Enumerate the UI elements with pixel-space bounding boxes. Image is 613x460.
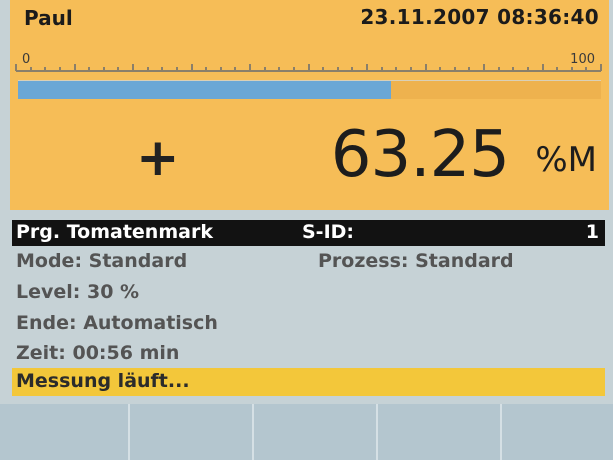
scale-tick	[322, 67, 325, 70]
user-name: Paul	[24, 6, 73, 30]
scale-tick	[278, 67, 281, 70]
scale-tick	[556, 67, 559, 70]
measurement-unit: %M	[535, 140, 597, 180]
scale-tick	[483, 64, 485, 71]
scale-tick	[600, 64, 602, 71]
scale-tick	[175, 67, 178, 70]
scale-tick	[468, 67, 471, 70]
scale-tick	[541, 64, 544, 71]
measurement-value: 63.25	[330, 118, 510, 192]
sid-value: 1	[585, 221, 599, 243]
scale-tick	[292, 67, 295, 70]
scale-tick	[29, 67, 32, 70]
progress-bar-fill	[18, 81, 392, 99]
status-text: Messung läuft...	[16, 370, 190, 392]
scale-tick	[439, 67, 442, 70]
scale-tick	[526, 67, 529, 70]
status-bar: Messung läuft...	[12, 368, 605, 396]
scale-tick	[424, 64, 427, 71]
scale-tick	[249, 64, 251, 71]
scale-tick	[336, 67, 339, 70]
scale-tick	[409, 67, 412, 70]
program-name: Prg. Tomatenmark	[16, 221, 213, 243]
scale-tick	[585, 67, 588, 70]
ende-text: Ende: Automatisch	[16, 312, 218, 334]
scale-tick	[497, 67, 500, 70]
scale-tick	[190, 64, 193, 71]
scale-tick	[73, 64, 76, 71]
scale-tick	[161, 67, 164, 70]
scale-tick	[234, 67, 237, 70]
scale-tick	[570, 67, 573, 70]
scale-tick	[102, 67, 105, 70]
scale-tick	[307, 64, 310, 71]
info-panel: Prg. Tomatenmark S-ID: 1 Mode: Standard …	[12, 212, 609, 402]
scale-min-label: 0	[22, 52, 31, 67]
scale-tick	[58, 67, 61, 70]
softkey-1[interactable]	[0, 404, 130, 460]
scale-tick	[395, 67, 398, 70]
zeit-text: Zeit: 00:56 min	[16, 342, 180, 364]
progress-scale: 0 100	[15, 44, 602, 74]
scale-tick	[15, 64, 17, 71]
scale-tick	[512, 67, 515, 70]
sid-label: S-ID:	[302, 221, 355, 243]
scale-tick	[44, 67, 47, 70]
progress-bar	[18, 80, 601, 99]
date-time: 23.11.2007 08:36:40	[360, 5, 599, 29]
scale-tick	[117, 67, 120, 70]
softkey-4[interactable]	[378, 404, 502, 460]
prozess-text: Prozess: Standard	[318, 250, 514, 272]
scale-tick	[263, 67, 266, 70]
scale-tick	[380, 67, 383, 70]
softkey-bar	[0, 404, 613, 460]
scale-tick	[146, 67, 149, 70]
scale-tick	[88, 67, 91, 70]
header-bar: Paul 23.11.2007 08:36:40	[10, 0, 609, 40]
scale-max-label: 100	[570, 52, 595, 67]
scale-tick	[453, 67, 456, 70]
scale-tick	[132, 64, 134, 71]
program-row: Prg. Tomatenmark S-ID: 1	[12, 220, 605, 246]
softkey-5[interactable]	[502, 404, 613, 460]
scale-tick	[366, 64, 368, 71]
mode-text: Mode: Standard	[16, 250, 188, 272]
softkey-3[interactable]	[254, 404, 378, 460]
softkey-2[interactable]	[130, 404, 254, 460]
scale-tick	[351, 67, 354, 70]
measurement-panel: Paul 23.11.2007 08:36:40 0 100 + 63.25 %…	[10, 0, 609, 210]
device-screen: Paul 23.11.2007 08:36:40 0 100 + 63.25 %…	[0, 0, 613, 460]
scale-tick	[219, 67, 222, 70]
scale-tick	[205, 67, 208, 70]
measurement-sign: +	[136, 128, 180, 188]
level-text: Level: 30 %	[16, 281, 140, 303]
